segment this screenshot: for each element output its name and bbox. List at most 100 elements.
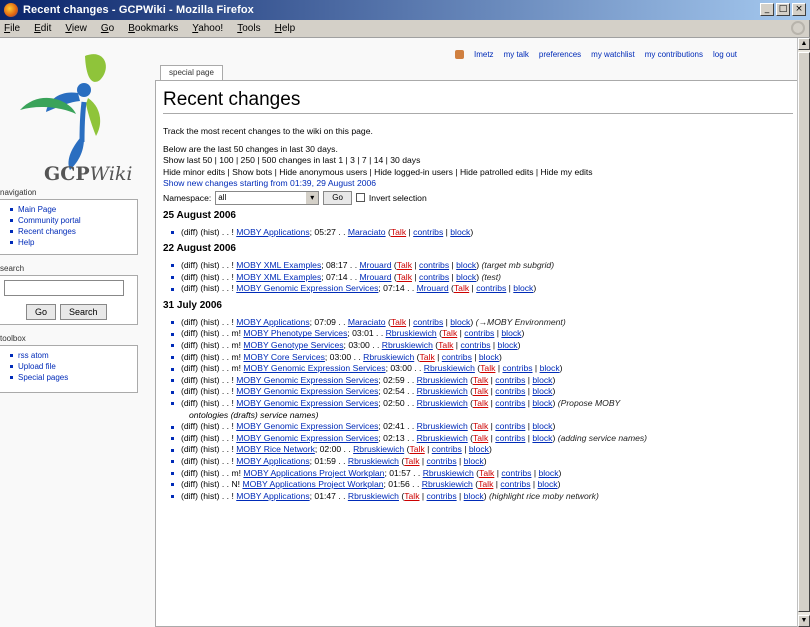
entry-talk-link[interactable]: Talk (391, 317, 406, 329)
entry-block-link[interactable]: block (456, 272, 476, 284)
close-button[interactable]: × (792, 3, 806, 16)
personal-preferences[interactable]: preferences (539, 50, 581, 59)
entry-talk-link[interactable]: Talk (419, 352, 434, 364)
entry-block-link[interactable]: block (532, 398, 552, 410)
entry-talk-link[interactable]: Talk (473, 433, 488, 445)
entry-page-link[interactable]: MOBY Applications (236, 491, 309, 503)
vertical-scrollbar[interactable]: ▲ ▼ (797, 38, 810, 627)
entry-contribs-link[interactable]: contribs (501, 468, 531, 480)
entry-user-link[interactable]: Rbruskiewich (417, 375, 468, 387)
entry-block-link[interactable]: block (498, 340, 518, 352)
entry-contribs-link[interactable]: contribs (427, 456, 457, 468)
menu-bookmarks[interactable]: Bookmarks (128, 23, 178, 34)
entry-contribs-link[interactable]: contribs (464, 328, 494, 340)
menu-file[interactable]: File (4, 23, 20, 34)
entry-user-link[interactable]: Rbruskiewich (417, 398, 468, 410)
search-input[interactable] (4, 280, 124, 296)
entry-page-link[interactable]: MOBY Applications Project Workplan (242, 479, 383, 491)
entry-talk-link[interactable]: Talk (473, 421, 488, 433)
search-button[interactable]: Search (60, 304, 107, 320)
entry-page-link[interactable]: MOBY Genomic Expression Services (236, 386, 378, 398)
entry-user-link[interactable]: Rbruskiewich (353, 444, 404, 456)
entry-page-link[interactable]: MOBY Genotype Services (243, 340, 343, 352)
entry-page-link[interactable]: MOBY Genomic Expression Services (243, 363, 385, 375)
menu-yahoo[interactable]: Yahoo! (192, 23, 223, 34)
entry-contribs-link[interactable]: contribs (495, 433, 525, 445)
entry-block-link[interactable]: block (532, 386, 552, 398)
entry-contribs-link[interactable]: contribs (495, 421, 525, 433)
entry-talk-link[interactable]: Talk (409, 444, 424, 456)
invert-checkbox[interactable] (355, 193, 365, 202)
entry-block-link[interactable]: block (540, 363, 560, 375)
entry-page-link[interactable]: MOBY Genomic Expression Services (236, 375, 378, 387)
entry-contribs-link[interactable]: contribs (419, 260, 449, 272)
entry-block-link[interactable]: block (469, 444, 489, 456)
nav-recent-changes[interactable]: Recent changes (10, 226, 133, 237)
entry-user-link[interactable]: Mrouard (359, 260, 391, 272)
entry-page-link[interactable]: MOBY Applications (236, 227, 309, 239)
entry-talk-link[interactable]: Talk (478, 479, 493, 491)
personal-username[interactable]: Imetz (474, 50, 494, 59)
entry-block-link[interactable]: block (532, 421, 552, 433)
entry-talk-link[interactable]: Talk (397, 260, 412, 272)
entry-page-link[interactable]: MOBY Genomic Expression Services (236, 433, 378, 445)
menu-edit[interactable]: Edit (34, 23, 51, 34)
entry-talk-link[interactable]: Talk (479, 468, 494, 480)
menu-go[interactable]: Go (101, 23, 114, 34)
menu-view[interactable]: View (65, 23, 87, 34)
tab-special-page[interactable]: special page (160, 65, 223, 80)
entry-block-link[interactable]: block (456, 260, 476, 272)
entry-contribs-link[interactable]: contribs (500, 479, 530, 491)
entry-talk-link[interactable]: Talk (480, 363, 495, 375)
entry-block-link[interactable]: block (464, 456, 484, 468)
entry-talk-link[interactable]: Talk (473, 386, 488, 398)
toolbox-upload-file[interactable]: Upload file (10, 361, 133, 372)
entry-contribs-link[interactable]: contribs (442, 352, 472, 364)
menu-help[interactable]: Help (275, 23, 296, 34)
entry-contribs-link[interactable]: contribs (502, 363, 532, 375)
entry-page-link[interactable]: MOBY Applications (236, 317, 309, 329)
entry-talk-link[interactable]: Talk (391, 227, 406, 239)
entry-block-link[interactable]: block (450, 317, 470, 329)
entry-contribs-link[interactable]: contribs (413, 317, 443, 329)
personal-logout[interactable]: log out (713, 50, 737, 59)
entry-block-link[interactable]: block (464, 491, 484, 503)
entry-user-link[interactable]: Rbruskiewich (424, 363, 475, 375)
entry-page-link[interactable]: MOBY Rice Network (236, 444, 315, 456)
show-last-links[interactable]: Show last 50 | 100 | 250 | 500 changes i… (163, 155, 797, 167)
entry-user-link[interactable]: Maraciato (348, 317, 386, 329)
entry-block-link[interactable]: block (532, 433, 552, 445)
search-go-button[interactable]: Go (26, 304, 57, 320)
namespace-go-button[interactable]: Go (323, 190, 352, 205)
entry-contribs-link[interactable]: contribs (476, 283, 506, 295)
entry-talk-link[interactable]: Talk (454, 283, 469, 295)
entry-user-link[interactable]: Mrouard (359, 272, 391, 284)
entry-contribs-link[interactable]: contribs (495, 375, 525, 387)
entry-block-link[interactable]: block (513, 283, 533, 295)
entry-contribs-link[interactable]: contribs (432, 444, 462, 456)
scroll-up-arrow-icon[interactable]: ▲ (798, 38, 810, 50)
entry-user-link[interactable]: Rbruskiewich (363, 352, 414, 364)
personal-my-talk[interactable]: my talk (504, 50, 529, 59)
entry-user-link[interactable]: Rbruskiewich (348, 456, 399, 468)
entry-page-link[interactable]: MOBY Genomic Expression Services (236, 283, 378, 295)
entry-user-link[interactable]: Rbruskiewich (422, 479, 473, 491)
entry-block-link[interactable]: block (538, 468, 558, 480)
nav-main-page[interactable]: Main Page (10, 204, 133, 215)
entry-user-link[interactable]: Maraciato (348, 227, 386, 239)
entry-talk-link[interactable]: Talk (473, 398, 488, 410)
entry-user-link[interactable]: Rbruskiewich (348, 491, 399, 503)
entry-user-link[interactable]: Rbruskiewich (417, 433, 468, 445)
toolbox-special-pages[interactable]: Special pages (10, 372, 133, 383)
entry-page-link[interactable]: MOBY Genomic Expression Services (236, 398, 378, 410)
entry-talk-link[interactable]: Talk (404, 456, 419, 468)
entry-talk-link[interactable]: Talk (442, 328, 457, 340)
scroll-down-arrow-icon[interactable]: ▼ (798, 615, 810, 627)
entry-page-link[interactable]: MOBY XML Examples (236, 260, 321, 272)
entry-block-link[interactable]: block (450, 227, 470, 239)
nav-help[interactable]: Help (10, 237, 133, 248)
nav-community-portal[interactable]: Community portal (10, 215, 133, 226)
show-new-changes-link[interactable]: Show new changes starting from 01:39, 29… (163, 178, 797, 190)
entry-user-link[interactable]: Rbruskiewich (417, 421, 468, 433)
entry-user-link[interactable]: Rbruskiewich (386, 328, 437, 340)
